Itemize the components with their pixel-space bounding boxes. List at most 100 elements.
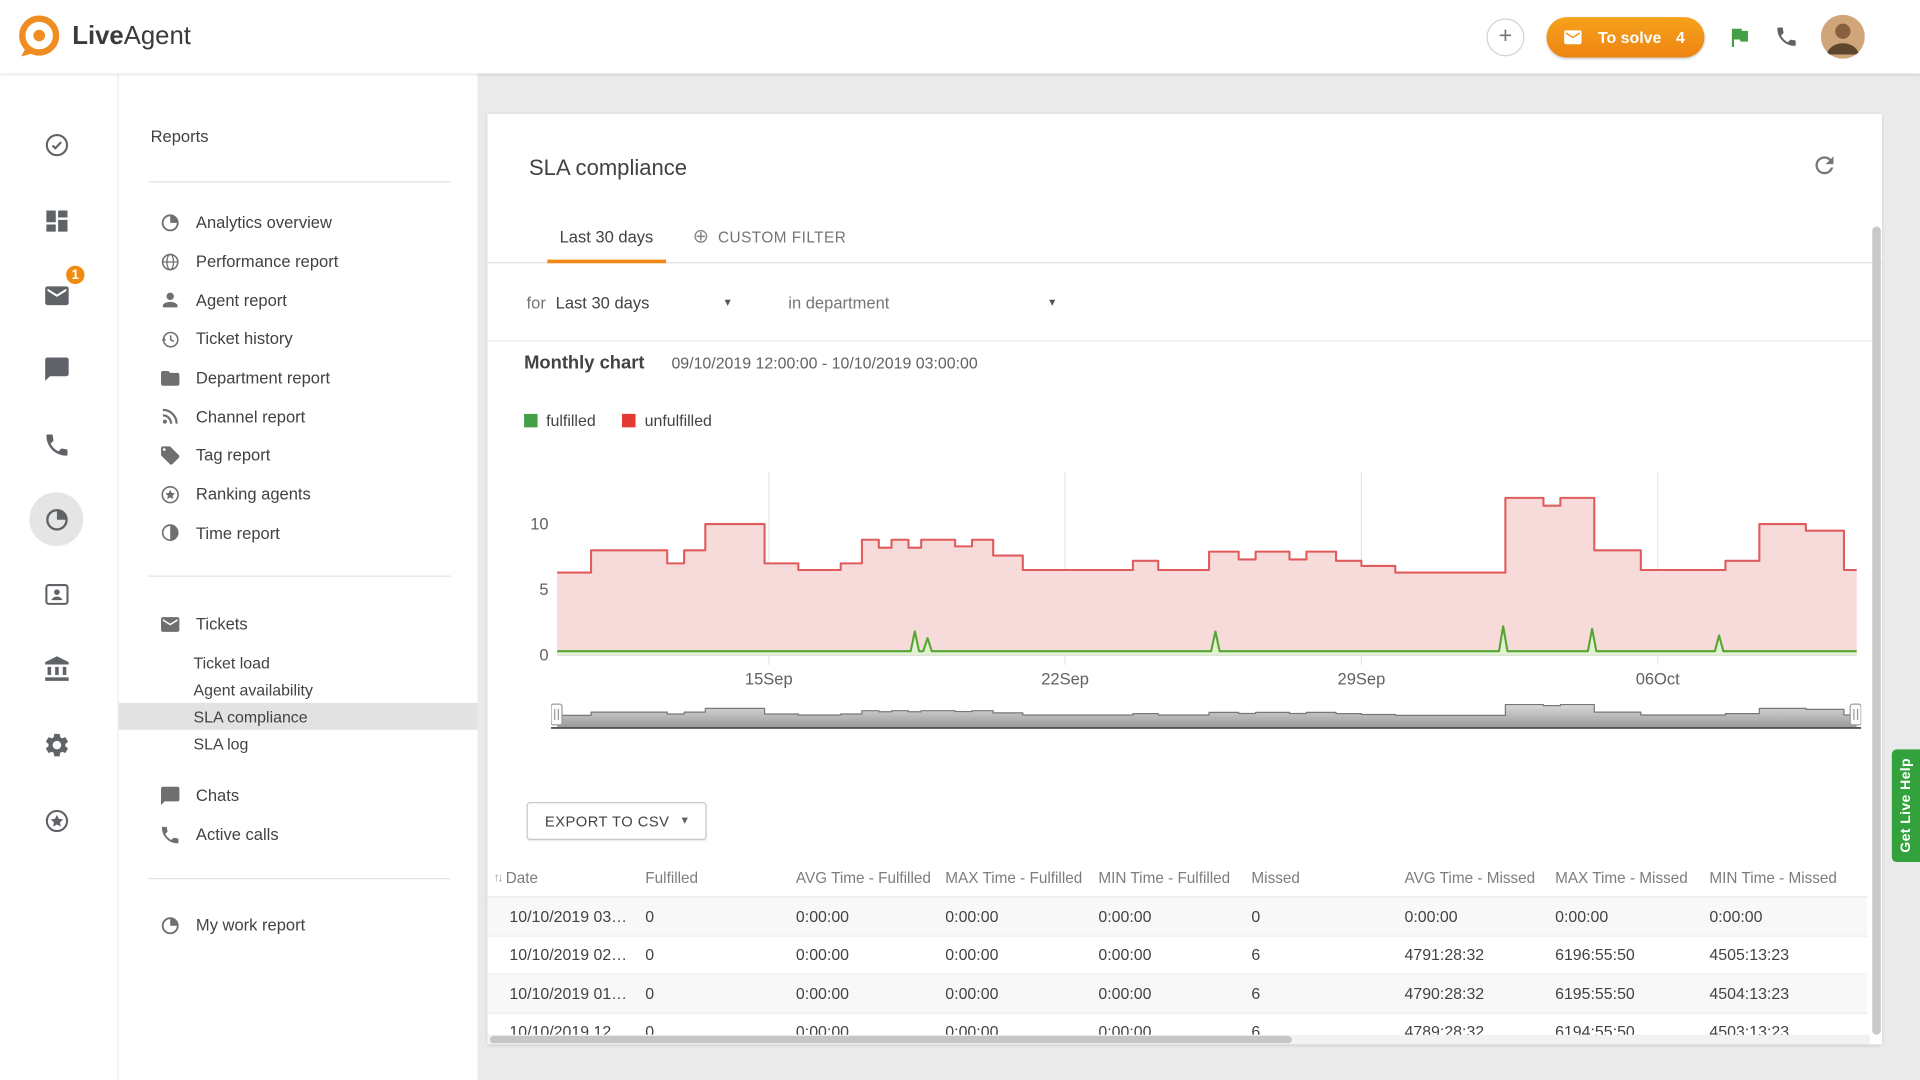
scrollbar-thumb[interactable] [490,1036,1292,1043]
check-circle-icon [42,130,70,158]
column-header[interactable]: MIN Time - Fulfilled [1098,869,1251,886]
tag-icon [159,444,181,466]
sidebar-title: Reports [151,127,209,145]
sidebar-item-tag-report[interactable]: Tag report [119,436,478,475]
horizontal-scrollbar[interactable] [487,1035,1869,1045]
table-row[interactable]: 10/10/2019 12…00:00:000:00:000:00:006478… [487,1013,1867,1052]
phone-button[interactable] [1774,24,1798,48]
legend-fulfilled-swatch [524,414,537,427]
billing-nav-button[interactable] [29,642,83,696]
mail-icon [42,281,70,309]
tickets-nav-button[interactable]: 1 [29,268,83,322]
liveagent-app: LiveAgent + To solve 4 [0,0,1920,1080]
sidebar-item-label: Time report [196,524,280,542]
navigator-handle[interactable] [551,704,562,725]
sidebar-item-tickets[interactable]: Tickets [119,605,478,644]
chats-nav-button[interactable] [29,342,83,396]
column-header[interactable]: ↑↓Date [487,869,645,886]
chevron-down-icon: ▾ [682,814,689,827]
table-row[interactable]: 10/10/2019 01…00:00:000:00:000:00:006479… [487,975,1867,1014]
sidebar-item-chats[interactable]: Chats [119,776,478,815]
star-circle-icon [42,806,70,834]
department-select[interactable]: in department ▾ [788,293,1055,311]
get-live-help-label: Get Live Help [1899,758,1914,853]
column-header[interactable]: Fulfilled [645,869,796,886]
dashboard-nav-button[interactable] [29,193,83,247]
sidebar-item-ticket-history[interactable]: Ticket history [119,320,478,359]
column-header[interactable]: AVG Time - Missed [1404,869,1555,886]
half-circle-icon [159,522,181,544]
vertical-scrollbar[interactable] [1872,227,1881,1035]
sidebar-item-label: Tickets [196,615,248,633]
table-cell: 10/10/2019 02… [487,946,645,964]
export-to-csv-button[interactable]: EXPORT TO CSV ▾ [527,802,707,840]
table-cell: 6195:55:50 [1555,984,1709,1002]
sidebar-item-sla-log[interactable]: SLA log [119,730,478,757]
sidebar-item-label: Agent report [196,291,287,309]
navigator-handle[interactable] [1850,704,1861,725]
gamification-nav-button[interactable] [29,793,83,847]
table-cell: 0 [645,907,796,925]
folder-icon [159,367,181,389]
sidebar-item-ranking-agents[interactable]: Ranking agents [119,475,478,514]
tab-custom-filter[interactable]: ⊕ CUSTOM FILTER [680,212,858,262]
avatar-image [1821,15,1865,59]
sort-icon[interactable]: ↑↓ [493,871,500,884]
date-range-select[interactable]: Last 30 days ▾ [556,293,731,311]
sidebar-item-agent-availability[interactable]: Agent availability [119,676,478,703]
refresh-button[interactable] [1811,152,1838,179]
table-row[interactable]: 10/10/2019 02…00:00:000:00:000:00:006479… [487,936,1867,975]
table-cell: 4790:28:32 [1404,984,1555,1002]
table-row[interactable]: 10/10/2019 03…00:00:000:00:000:00:0000:0… [487,898,1867,937]
brand-logo[interactable]: LiveAgent [0,13,191,60]
add-button[interactable]: + [1487,18,1525,56]
tasks-nav-button[interactable] [29,118,83,172]
sidebar-item-label: Chats [196,787,239,805]
to-solve-button[interactable]: To solve 4 [1547,17,1705,57]
tab-label: Last 30 days [560,228,654,246]
chat-icon [42,354,70,382]
pie-chart-icon [159,212,181,234]
user-avatar[interactable] [1821,15,1865,59]
sidebar-item-performance-report[interactable]: Performance report [119,242,478,281]
table-cell: 6 [1251,984,1404,1002]
calls-nav-button[interactable] [29,418,83,472]
column-header[interactable]: MIN Time - Missed [1709,869,1867,886]
sidebar-item-active-calls[interactable]: Active calls [119,816,478,855]
phone-icon [42,430,70,458]
tab-last-30-days[interactable]: Last 30 days [547,212,665,262]
table-cell: 4504:13:23 [1709,984,1867,1002]
sidebar-item-my-work-report[interactable]: My work report [119,906,478,945]
flag-button[interactable] [1727,24,1753,50]
topbar: LiveAgent + To solve 4 [0,0,1920,73]
get-live-help-tab[interactable]: Get Live Help [1892,749,1920,862]
table-cell: 0:00:00 [1098,907,1251,925]
sidebar-item-department-report[interactable]: Department report [119,358,478,397]
column-header[interactable]: Missed [1251,869,1404,886]
export-label: EXPORT TO CSV [545,812,670,829]
chat-icon [159,785,181,807]
sidebar-item-ticket-load[interactable]: Ticket load [119,649,478,676]
column-header[interactable]: AVG Time - Fulfilled [796,869,945,886]
chart-range-navigator[interactable] [551,693,1861,735]
reports-nav-button[interactable] [29,492,83,546]
customers-nav-button[interactable] [29,567,83,621]
sidebar-item-time-report[interactable]: Time report [119,514,478,553]
sla-area-chart[interactable]: 15Sep22Sep29Sep06Oct0510 [520,465,1867,692]
column-header[interactable]: MAX Time - Fulfilled [945,869,1098,886]
phone-icon [1774,24,1798,48]
plus-icon: + [1499,23,1513,50]
sidebar-item-sla-compliance[interactable]: SLA compliance [119,703,478,730]
settings-nav-button[interactable] [29,718,83,772]
legend-item-unfulfilled[interactable]: unfulfilled [623,411,712,429]
sidebar-item-agent-report[interactable]: Agent report [119,281,478,320]
sidebar-item-channel-report[interactable]: Channel report [119,397,478,436]
column-header[interactable]: MAX Time - Missed [1555,869,1709,886]
history-icon [159,328,181,350]
sidebar-item-label: Ticket history [196,330,293,348]
sidebar-item-analytics-overview[interactable]: Analytics overview [119,203,478,242]
legend-item-fulfilled[interactable]: fulfilled [524,411,596,429]
legend-unfulfilled-swatch [623,414,636,427]
table-cell: 4791:28:32 [1404,946,1555,964]
table-cell: 0 [1251,907,1404,925]
